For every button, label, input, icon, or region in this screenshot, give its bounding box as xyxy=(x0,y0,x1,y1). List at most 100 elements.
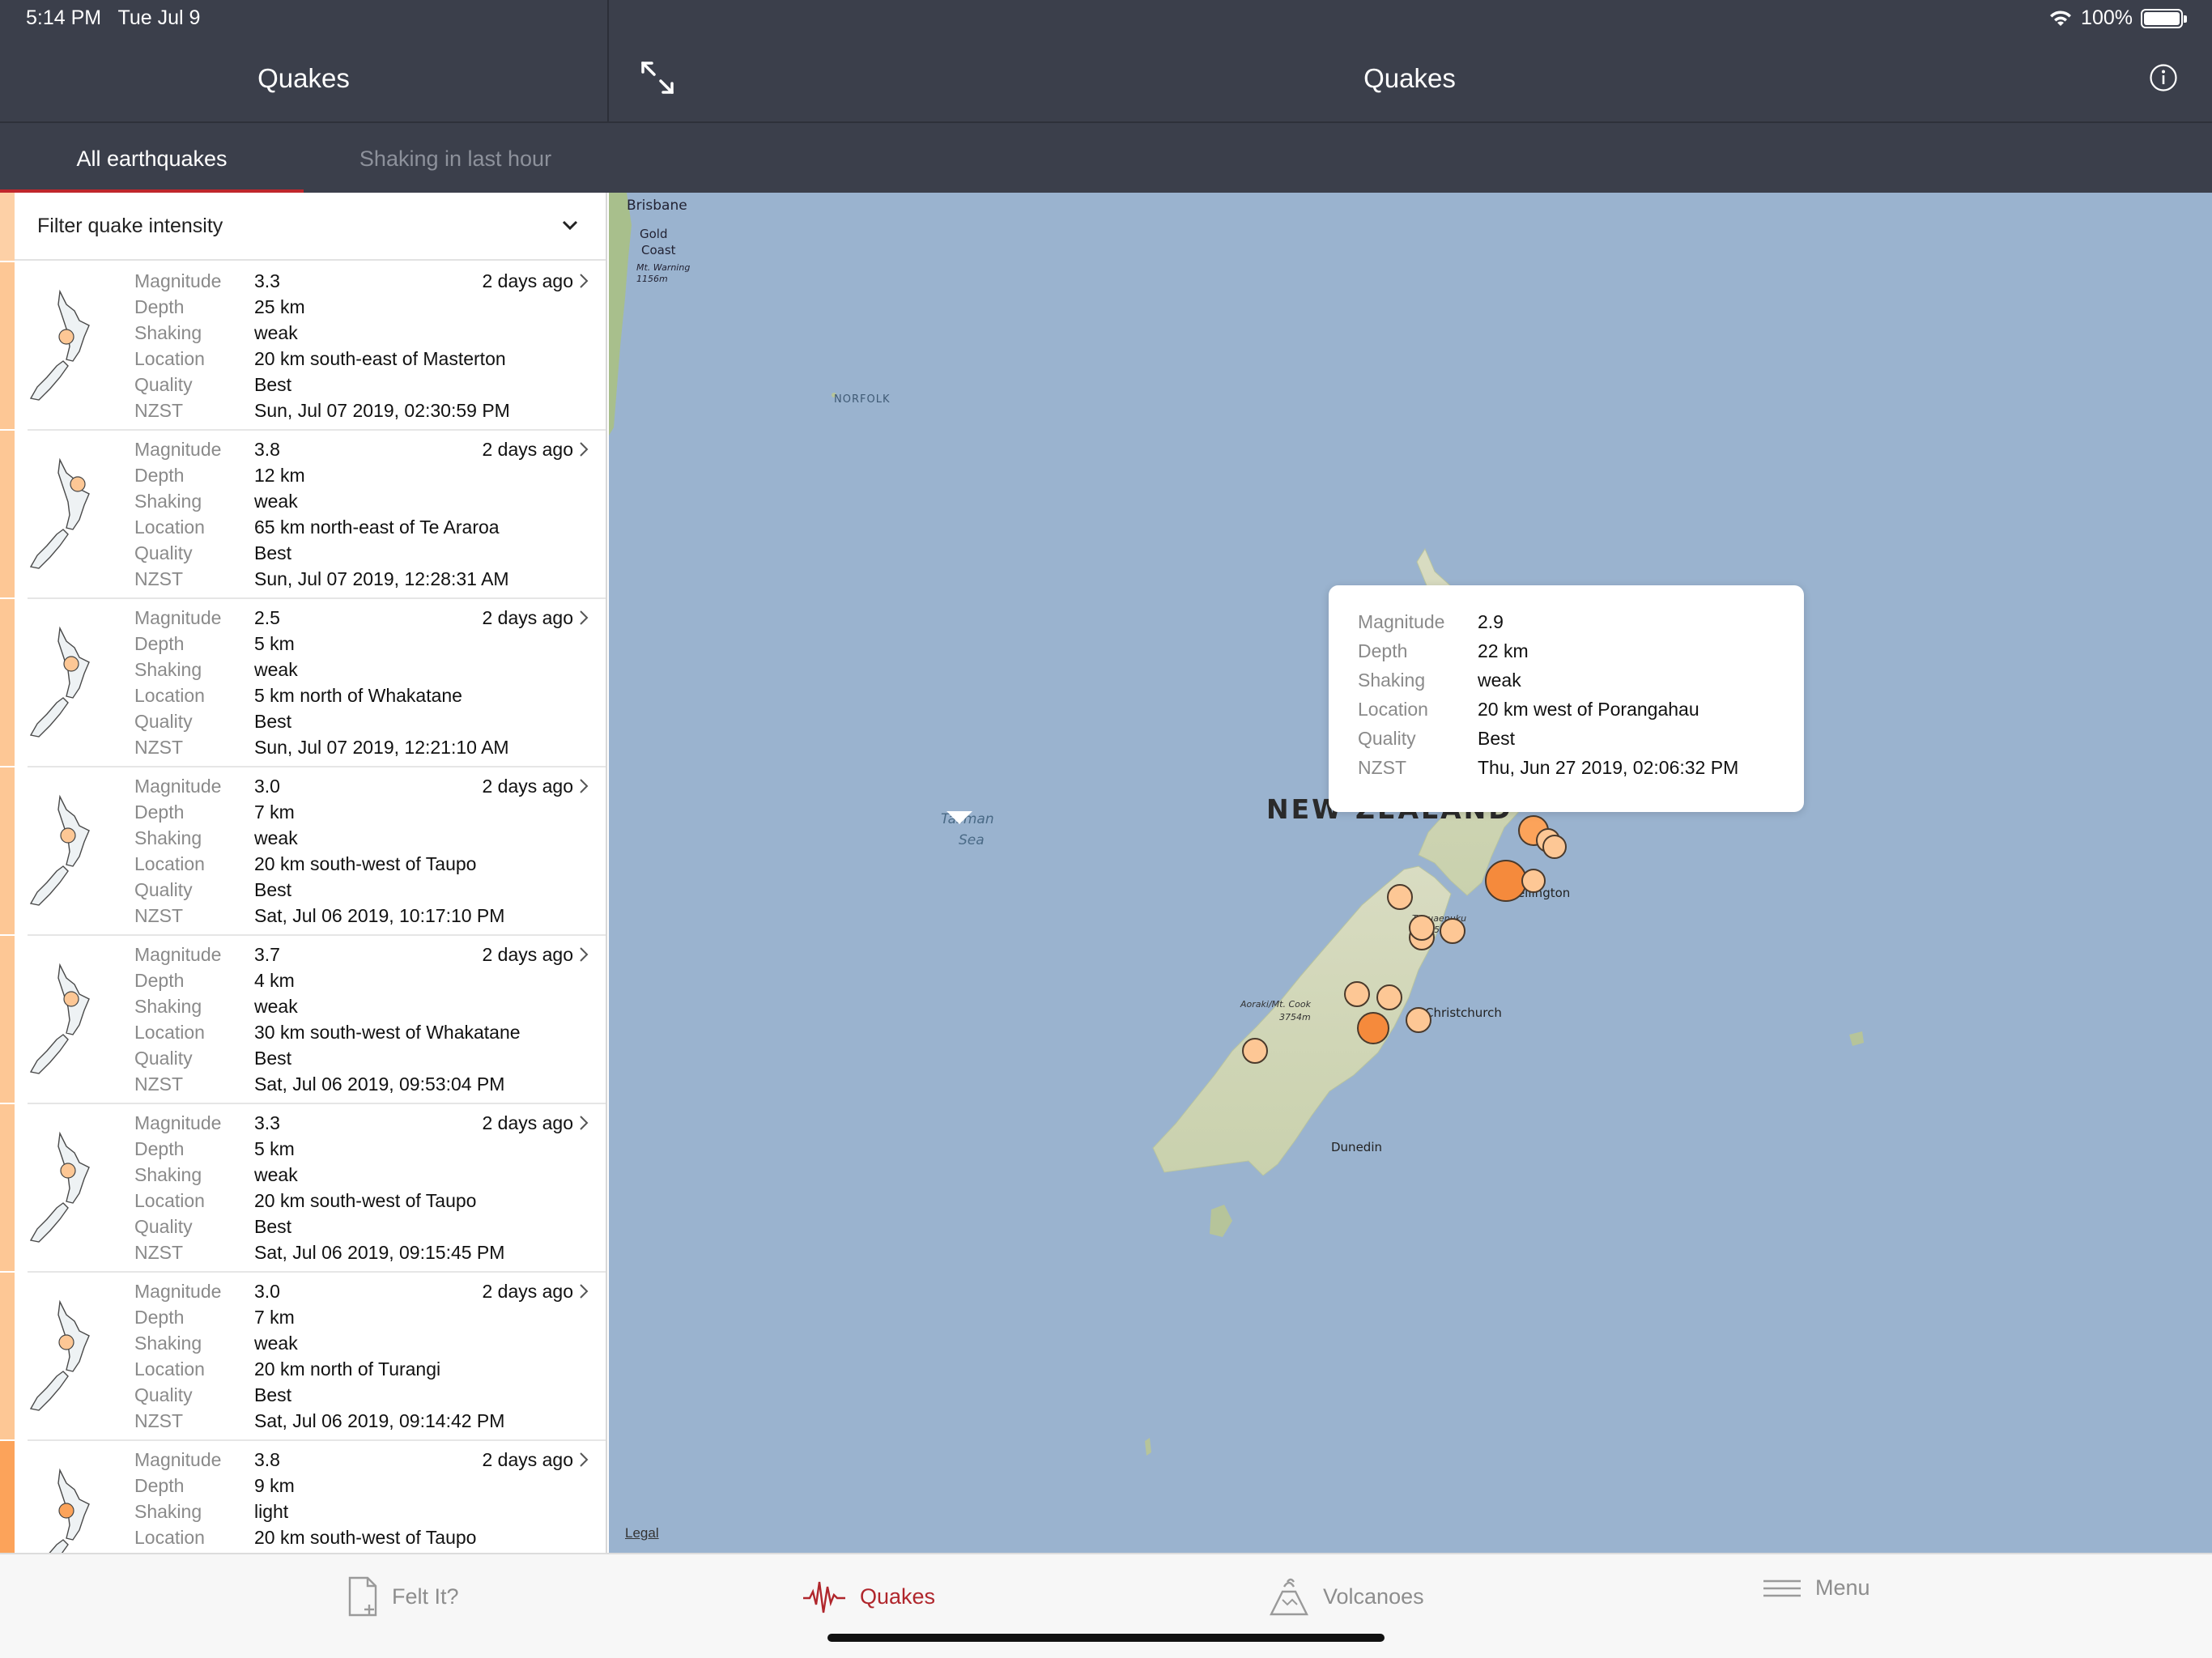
quake-map[interactable]: Brisbane Gold Coast Mt. Warning 1156m NO… xyxy=(609,193,2212,1553)
nz-map-thumbnail-icon xyxy=(49,1468,90,1553)
bottom-tab-bar: Felt It? Quakes Volcanoes Menu xyxy=(0,1553,2212,1658)
value-shaking: weak xyxy=(254,322,298,343)
quake-marker[interactable] xyxy=(1357,1012,1389,1044)
time-ago: 2 days ago xyxy=(482,607,573,628)
quake-row[interactable]: Magnitude 3.3 Depth 25 km Shaking weak Locatio… xyxy=(0,262,606,431)
map-legal-link[interactable]: Legal xyxy=(625,1525,659,1541)
quake-marker[interactable] xyxy=(1440,918,1465,944)
label-shaking: Shaking xyxy=(134,1333,202,1354)
tab-all-earthquakes[interactable]: All earthquakes xyxy=(0,123,304,194)
label-shaking: Shaking xyxy=(134,322,202,343)
label-depth: Depth xyxy=(134,465,185,486)
quake-row[interactable]: Magnitude 3.7 Depth 4 km Shaking weak Location… xyxy=(0,936,606,1104)
value-location: 20 km south-west of Taupo xyxy=(254,853,477,874)
label-quality: Quality xyxy=(134,1384,193,1405)
intensity-stripe xyxy=(0,1441,15,1553)
chevron-down-icon xyxy=(562,220,578,231)
label-quality: Quality xyxy=(134,1216,193,1237)
status-indicators: 100% xyxy=(2048,6,2187,30)
tab-menu[interactable]: Menu xyxy=(1762,1575,1870,1601)
quake-row[interactable]: Magnitude 3.8 Depth 9 km Shaking light Locatio… xyxy=(0,1441,606,1553)
quake-marker[interactable] xyxy=(1242,1038,1268,1064)
seismograph-icon xyxy=(803,1581,845,1613)
label-nzst: NZST xyxy=(134,400,184,421)
value-quality: Best xyxy=(254,1384,292,1405)
value-location: 20 km south-west of Taupo xyxy=(254,1190,477,1211)
value-depth: 7 km xyxy=(254,1307,295,1328)
filter-dropdown[interactable]: Filter quake intensity xyxy=(0,193,606,261)
value-location: 20 km north of Turangi xyxy=(254,1358,441,1380)
quake-row[interactable]: Magnitude 3.3 Depth 5 km Shaking weak Location… xyxy=(0,1104,606,1273)
label-magnitude: Magnitude xyxy=(134,1112,222,1133)
quake-row[interactable]: Magnitude 3.0 Depth 7 km Shaking weak Location… xyxy=(0,767,606,936)
tab-volcanoes[interactable]: Volcanoes xyxy=(1268,1575,1424,1618)
value-magnitude: 3.0 xyxy=(254,776,280,797)
quake-popup[interactable]: Magnitude 2.9 Depth 22 km Shaking weak L… xyxy=(1329,585,1804,812)
label-shaking: Shaking xyxy=(134,1164,202,1185)
info-icon[interactable] xyxy=(2149,63,2178,92)
quake-marker[interactable] xyxy=(1387,884,1413,910)
label-magnitude: Magnitude xyxy=(134,1281,222,1302)
popup-label-location: Location xyxy=(1358,699,1428,720)
map-label-mt-cook: Aoraki/Mt. Cook xyxy=(1240,999,1311,1010)
label-location: Location xyxy=(134,348,205,369)
label-magnitude: Magnitude xyxy=(134,607,222,628)
label-location: Location xyxy=(134,1022,205,1043)
time-ago: 2 days ago xyxy=(482,1281,573,1302)
tab-quakes[interactable]: Quakes xyxy=(802,1575,935,1618)
quake-marker[interactable] xyxy=(1409,915,1435,941)
tab-felt-it[interactable]: Felt It? xyxy=(347,1575,459,1618)
map-label-norfolk: NORFOLK xyxy=(834,393,891,406)
nz-map-thumbnail-icon xyxy=(29,1131,90,1243)
quake-marker[interactable] xyxy=(1376,984,1402,1010)
map-header-title: Quakes xyxy=(1363,63,1456,93)
value-nzst: Sat, Jul 06 2019, 09:14:42 PM xyxy=(254,1410,505,1431)
value-shaking: light xyxy=(254,1501,289,1522)
quake-row[interactable]: Magnitude 3.0 Depth 7 km Shaking weak Location… xyxy=(0,1273,606,1441)
quake-row[interactable]: Magnitude 3.8 Depth 12 km Shaking weak Locatio… xyxy=(0,431,606,599)
label-location: Location xyxy=(134,517,205,538)
popup-tail xyxy=(946,811,972,824)
label-quality: Quality xyxy=(134,542,193,563)
label-nzst: NZST xyxy=(134,737,184,758)
battery-icon xyxy=(2141,8,2187,28)
quake-marker[interactable] xyxy=(1542,835,1567,859)
menu-lines-icon xyxy=(1763,1579,1801,1596)
tab-volcanoes-label: Volcanoes xyxy=(1323,1584,1424,1609)
label-magnitude: Magnitude xyxy=(134,776,222,797)
value-shaking: weak xyxy=(254,491,298,512)
value-nzst: Sun, Jul 07 2019, 12:21:10 AM xyxy=(254,737,509,758)
popup-label-nzst: NZST xyxy=(1358,757,1407,778)
quake-marker[interactable] xyxy=(1344,981,1370,1007)
quake-list-panel[interactable]: Filter quake intensity Magnitude 3.3 Depth… xyxy=(0,193,607,1553)
intensity-stripe xyxy=(0,1104,15,1271)
label-shaking: Shaking xyxy=(134,659,202,680)
value-location: 30 km south-west of Whakatane xyxy=(254,1022,521,1043)
value-nzst: Sat, Jul 06 2019, 10:17:10 PM xyxy=(254,905,505,926)
label-shaking: Shaking xyxy=(134,491,202,512)
map-label-mt-warning-elev: 1156m xyxy=(636,274,668,284)
value-quality: Best xyxy=(254,711,292,732)
label-depth: Depth xyxy=(134,1475,185,1496)
intensity-stripe xyxy=(0,599,15,766)
nz-map-thumbnail-icon xyxy=(29,289,90,401)
popup-location: 20 km west of Porangahau xyxy=(1478,699,1699,720)
expand-icon[interactable] xyxy=(638,58,677,97)
map-label-mt-warning: Mt. Warning xyxy=(636,262,691,273)
label-depth: Depth xyxy=(134,970,185,991)
value-nzst: Sun, Jul 07 2019, 02:30:59 PM xyxy=(254,400,510,421)
wifi-icon xyxy=(2050,10,2072,26)
value-location: 5 km north of Whakatane xyxy=(254,685,462,706)
chevron-right-icon xyxy=(580,442,589,457)
chevron-right-icon xyxy=(580,1116,589,1130)
value-magnitude: 3.8 xyxy=(254,1449,280,1470)
tab-shaking-last-hour[interactable]: Shaking in last hour xyxy=(304,123,607,194)
value-nzst: Sat, Jul 06 2019, 09:53:04 PM xyxy=(254,1073,505,1095)
popup-label-shaking: Shaking xyxy=(1358,670,1426,691)
quake-marker[interactable] xyxy=(1406,1007,1431,1033)
quake-row[interactable]: Magnitude 2.5 Depth 5 km Shaking weak Location… xyxy=(0,599,606,767)
quake-rows: Magnitude 3.3 Depth 25 km Shaking weak Locatio… xyxy=(0,262,606,1553)
quake-marker[interactable] xyxy=(1521,869,1546,893)
label-magnitude: Magnitude xyxy=(134,944,222,965)
value-location: 65 km north-east of Te Araroa xyxy=(254,517,500,538)
